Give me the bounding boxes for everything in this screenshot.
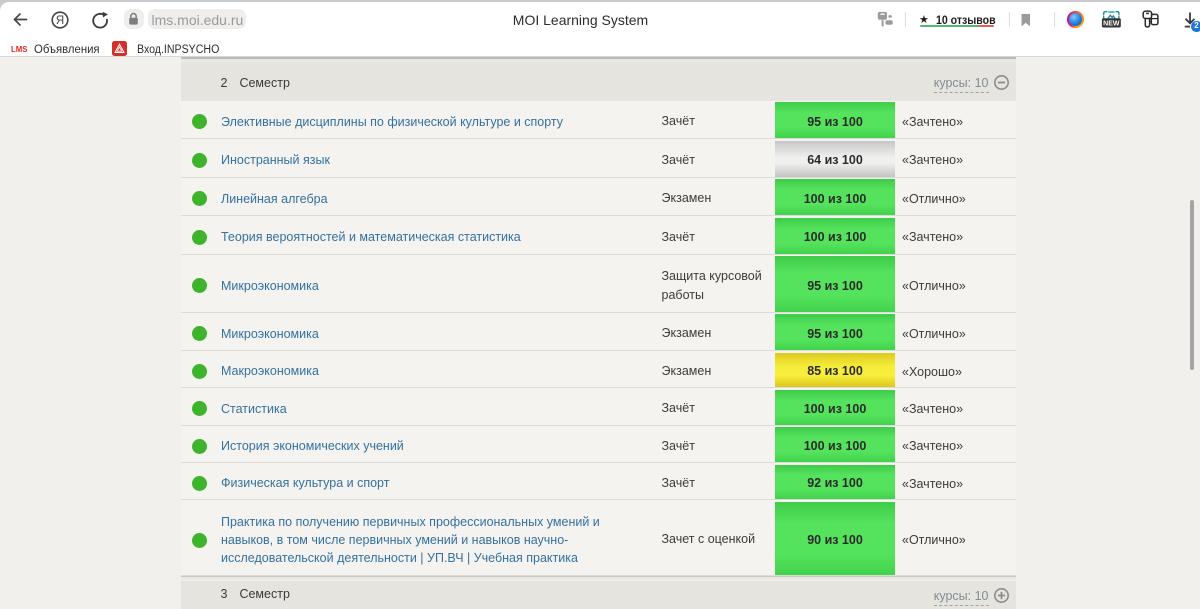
svg-text:NEW: NEW bbox=[1103, 20, 1120, 27]
